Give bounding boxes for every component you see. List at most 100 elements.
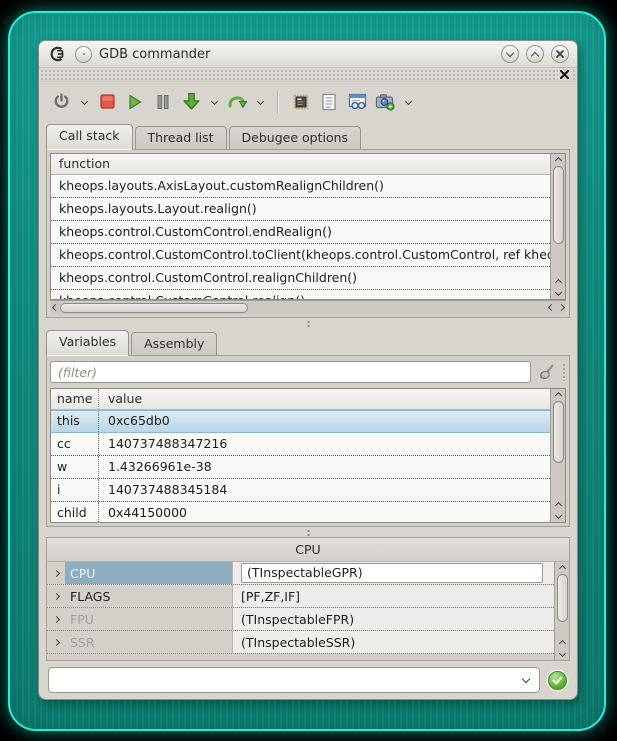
watches-button[interactable] xyxy=(345,90,369,114)
pause-button[interactable] xyxy=(151,90,175,114)
filter-input[interactable] xyxy=(50,361,531,383)
cpu-rows: CPU(TInspectableGPR)FLAGS[PF,ZF,IF]FPU(T… xyxy=(47,562,554,660)
scrollbar-thumb[interactable] xyxy=(60,303,248,313)
gdb-command-combobox[interactable] xyxy=(48,667,540,693)
clear-filter-button[interactable] xyxy=(537,363,556,382)
scroll-up-button[interactable] xyxy=(556,154,561,166)
expand-chevron-icon[interactable] xyxy=(47,640,65,645)
cpu-register-row[interactable]: SSR(TInspectableSSR) xyxy=(47,631,554,654)
scroll-up-button[interactable] xyxy=(556,389,561,401)
stop-button[interactable] xyxy=(95,90,119,114)
variable-value: 1.43266961e-38 xyxy=(99,456,550,478)
step-into-dropdown[interactable] xyxy=(207,90,221,114)
continue-button[interactable] xyxy=(123,90,147,114)
callstack-row[interactable]: kheops.layouts.AxisLayout.customRealignC… xyxy=(51,175,550,198)
scroll-down-button[interactable] xyxy=(560,649,565,660)
variables-panel: name value this0xc65db0cc140737488347216… xyxy=(46,355,570,527)
scroll-down-button[interactable] xyxy=(556,511,561,522)
callstack-horizontal-scrollbar[interactable] xyxy=(50,300,566,314)
chevron-down-icon xyxy=(256,98,263,105)
callstack-vertical-scrollbar[interactable] xyxy=(550,154,565,299)
cpu-register-row[interactable]: FPU(TInspectableFPR) xyxy=(47,608,554,631)
register-group-value[interactable]: (TInspectableGPR) xyxy=(233,562,554,584)
scroll-down-button[interactable] xyxy=(556,288,561,299)
callstack-row[interactable]: kheops.layouts.Layout.realign() xyxy=(51,198,550,221)
snapshot-dropdown[interactable] xyxy=(401,90,415,114)
tab-variables[interactable]: Variables xyxy=(46,330,129,356)
combobox-dropdown-button[interactable] xyxy=(513,679,539,682)
expand-chevron-icon[interactable] xyxy=(47,594,65,599)
step-over-dropdown[interactable] xyxy=(253,90,267,114)
step-over-button[interactable] xyxy=(225,90,249,114)
snapshot-button[interactable] xyxy=(373,90,397,114)
snapshot-icon xyxy=(375,93,395,111)
close-button[interactable] xyxy=(551,45,569,63)
scroll-up-button[interactable] xyxy=(560,562,565,574)
start-stop-button[interactable] xyxy=(49,90,73,114)
register-group-name: FPU xyxy=(65,608,233,630)
variables-vertical-scrollbar[interactable] xyxy=(550,389,565,522)
step-into-button[interactable] xyxy=(179,90,203,114)
cpu-vertical-scrollbar[interactable] xyxy=(554,562,569,660)
callstack-row[interactable]: kheops.control.CustomControl.endRealign(… xyxy=(51,221,550,244)
close-icon xyxy=(560,70,569,79)
scroll-left-button[interactable] xyxy=(50,305,60,310)
scrollbar-thumb[interactable] xyxy=(553,401,564,463)
dock-handle-strip[interactable] xyxy=(39,68,577,82)
panel-splitter[interactable] xyxy=(46,318,570,329)
tab-assembly[interactable]: Assembly xyxy=(131,332,217,355)
tab-call-stack[interactable]: Call stack xyxy=(46,124,133,150)
register-group-name: SSR xyxy=(65,631,233,653)
variable-row[interactable]: w1.43266961e-38 xyxy=(51,456,550,479)
expand-chevron-icon[interactable] xyxy=(47,617,65,622)
cpu-inspector-button[interactable] xyxy=(289,90,313,114)
callstack-tabbar: Call stackThread listDebugee options xyxy=(46,123,570,149)
variable-name: w xyxy=(51,456,99,478)
variable-value: 0x44150000 xyxy=(99,502,550,522)
scrollbar-thumb[interactable] xyxy=(553,166,564,244)
panel-splitter-2[interactable] xyxy=(46,527,570,537)
variables-rows: this0xc65db0cc140737488347216w1.43266961… xyxy=(51,410,550,522)
minimize-button[interactable] xyxy=(501,45,519,63)
chevron-down-icon xyxy=(558,649,565,656)
chevron-down-icon xyxy=(554,511,561,518)
cpu-register-row[interactable]: FLAGS[PF,ZF,IF] xyxy=(47,585,554,608)
scroll-left-button-2[interactable] xyxy=(546,305,556,310)
scroll-up-button-2[interactable] xyxy=(556,276,561,288)
start-options-dropdown[interactable] xyxy=(77,90,91,114)
variable-value: 0xc65db0 xyxy=(99,411,550,432)
maximize-button[interactable] xyxy=(526,45,544,63)
variable-row[interactable]: cc140737488347216 xyxy=(51,433,550,456)
scroll-up-button-2[interactable] xyxy=(560,637,565,649)
scroll-up-button-2[interactable] xyxy=(556,499,561,511)
tab-thread-list[interactable]: Thread list xyxy=(135,126,227,149)
value-editor-field[interactable]: (TInspectableGPR) xyxy=(241,563,543,583)
variable-row[interactable]: this0xc65db0 xyxy=(51,410,550,433)
filter-row xyxy=(50,359,566,385)
name-column-header[interactable]: name xyxy=(51,389,99,409)
document-icon xyxy=(321,93,337,111)
send-command-button[interactable] xyxy=(548,671,567,690)
cpu-grid-header[interactable]: CPU xyxy=(47,538,569,562)
callstack-row[interactable]: kheops.control.CustomControl.realignChil… xyxy=(51,267,550,290)
cpu-register-row[interactable]: CPU(TInspectableGPR) xyxy=(47,562,554,585)
variable-row[interactable]: i140737488345184 xyxy=(51,479,550,502)
register-group-value: (TInspectableFPR) xyxy=(233,608,554,630)
window-menu-button[interactable] xyxy=(75,46,92,63)
callstack-column-header[interactable]: function xyxy=(51,154,550,175)
tab-debugee-options[interactable]: Debugee options xyxy=(229,126,362,149)
scroll-right-button[interactable] xyxy=(556,305,566,310)
expand-chevron-icon[interactable] xyxy=(47,571,65,576)
inspector-tabbar: VariablesAssembly xyxy=(46,329,570,355)
chevron-down-icon xyxy=(554,288,561,295)
titlebar[interactable]: GDB commander xyxy=(39,41,577,68)
callstack-row[interactable]: kheops.control.CustomControl.toClient(kh… xyxy=(51,244,550,267)
callstack-row[interactable]: kheops.control.CustomControl.realign() xyxy=(51,290,550,299)
debug-output-button[interactable] xyxy=(317,90,341,114)
filter-grip[interactable] xyxy=(562,363,566,381)
chevron-up-icon xyxy=(554,156,561,163)
variable-row[interactable]: child0x44150000 xyxy=(51,502,550,522)
dock-close-button[interactable] xyxy=(558,69,571,80)
value-column-header[interactable]: value xyxy=(99,389,550,409)
scrollbar-thumb[interactable] xyxy=(557,574,568,622)
